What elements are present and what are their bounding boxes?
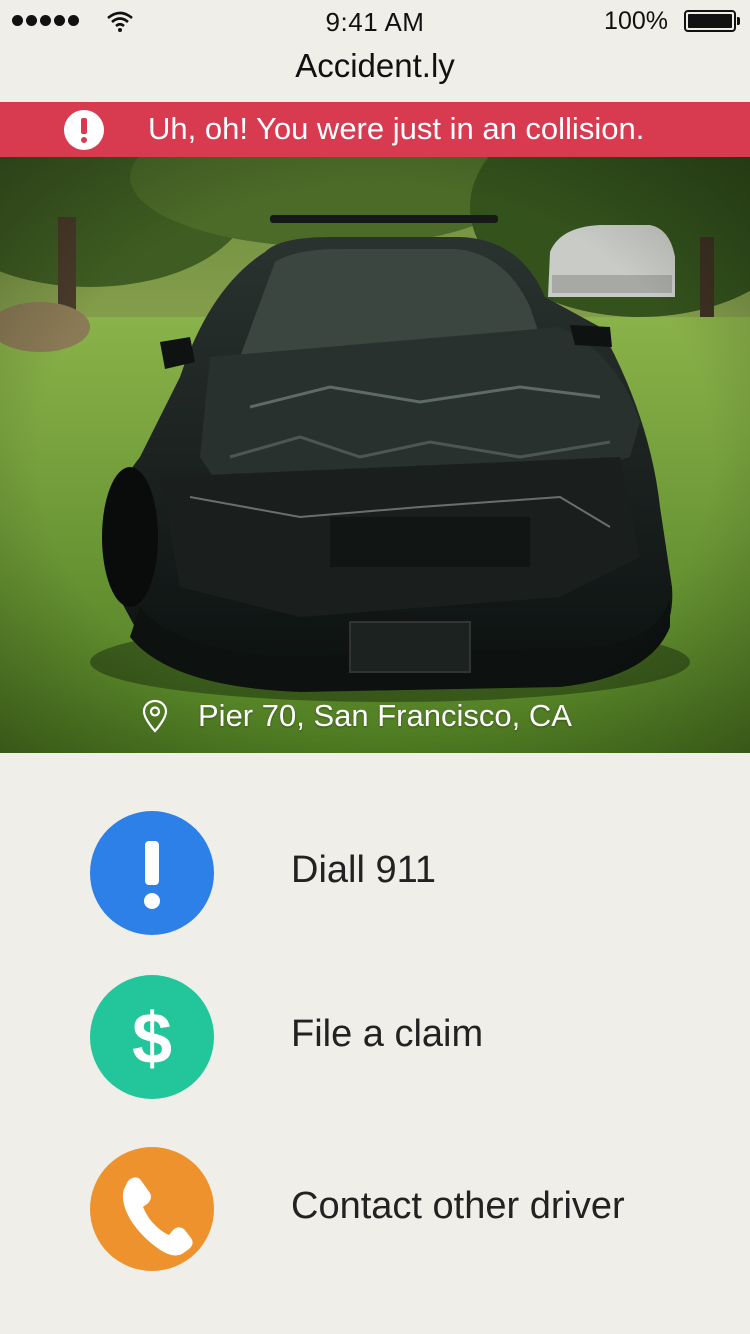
phone-icon: [122, 1177, 193, 1256]
file-claim-button[interactable]: $ File a claim: [90, 975, 650, 1099]
incident-location: Pier 70, San Francisco, CA: [142, 698, 572, 734]
location-text: Pier 70, San Francisco, CA: [198, 698, 572, 733]
dial-911-icon-circle: [90, 811, 214, 935]
dial-911-label: Diall 911: [291, 849, 437, 891]
contact-driver-icon-circle: [90, 1147, 214, 1271]
crashed-car-image: [0, 157, 750, 753]
status-bar: 9:41 AM 100%: [0, 0, 750, 44]
collision-alert-banner: Uh, oh! You were just in an collision.: [0, 102, 750, 157]
file-claim-label: File a claim: [291, 1013, 484, 1055]
svg-text:$: $: [132, 999, 172, 1079]
contact-driver-label: Contact other driver: [291, 1185, 625, 1227]
file-claim-icon-circle: $: [90, 975, 214, 1099]
map-pin-icon: [142, 699, 168, 733]
app-title: Accident.ly: [295, 47, 455, 84]
dollar-icon: $: [132, 999, 172, 1079]
battery-percentage: 100%: [604, 7, 668, 35]
exclamation-icon: [144, 841, 160, 909]
battery-icon: [684, 10, 740, 32]
alert-message: Uh, oh! You were just in an collision.: [148, 111, 645, 146]
accident-photo: Pier 70, San Francisco, CA: [0, 157, 750, 753]
dial-911-button[interactable]: Diall 911: [90, 811, 650, 935]
exclamation-icon: [64, 110, 104, 150]
contact-other-driver-button[interactable]: Contact other driver: [90, 1147, 650, 1271]
